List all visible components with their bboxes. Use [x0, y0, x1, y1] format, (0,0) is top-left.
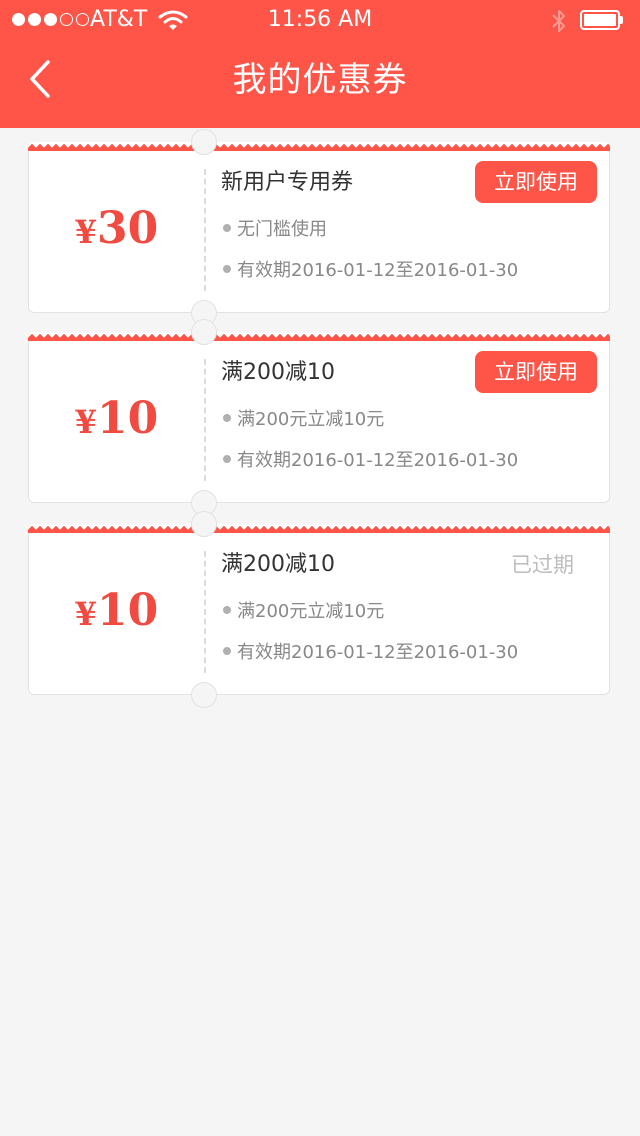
coupon-divider	[204, 551, 206, 673]
coupon-zigzag-border	[28, 142, 610, 151]
coupon-validity: 有效期2016-01-12至2016-01-30	[223, 449, 518, 473]
validity-text: 有效期2016-01-12至2016-01-30	[237, 260, 519, 281]
coupon-card-expired: ¥10 满200减10 已过期 满200元立减10元 有效期2016-01-12…	[28, 511, 610, 708]
currency-symbol: ¥	[74, 213, 98, 251]
validity-text: 有效期2016-01-12至2016-01-30	[237, 642, 519, 663]
coupon-notch	[191, 319, 217, 345]
coupon-amount: ¥10	[29, 585, 204, 636]
coupon-validity: 有效期2016-01-12至2016-01-30	[223, 259, 518, 283]
condition-text: 无门槛使用	[237, 219, 327, 240]
coupon-name: 新用户专用券	[221, 170, 354, 195]
coupon-card: ¥10 满200减10 立即使用 满200元立减10元 有效期2016-01-1…	[28, 319, 610, 516]
coupon-zigzag-border	[28, 332, 610, 341]
coupon-amount: ¥30	[29, 203, 204, 254]
coupon-divider	[204, 169, 206, 291]
coupon-divider	[204, 359, 206, 481]
expired-badge: 已过期	[511, 553, 574, 577]
use-now-button[interactable]: 立即使用	[475, 351, 597, 393]
coupon-card: ¥30 新用户专用券 立即使用 无门槛使用 有效期2016-01-12至2016…	[28, 129, 610, 326]
status-time: 11:56 AM	[267, 7, 373, 32]
coupon-zigzag-border	[28, 524, 610, 533]
coupon-condition: 满200元立减10元	[223, 408, 384, 432]
coupon-notch	[191, 511, 217, 537]
use-now-button[interactable]: 立即使用	[475, 161, 597, 203]
header: AT&T 11:56 AM 我的优惠券	[0, 0, 640, 128]
condition-text: 满200元立减10元	[237, 409, 385, 430]
bluetooth-icon	[552, 10, 565, 32]
condition-text: 满200元立减10元	[237, 601, 385, 622]
status-bar: AT&T 11:56 AM	[0, 0, 640, 40]
currency-symbol: ¥	[74, 403, 98, 441]
coupon-notch	[191, 682, 217, 708]
coupon-name: 满200减10	[221, 360, 335, 385]
page-title: 我的优惠券	[232, 60, 408, 100]
validity-text: 有效期2016-01-12至2016-01-30	[237, 450, 519, 471]
coupon-name: 满200减10	[221, 552, 335, 577]
coupon-amount: ¥10	[29, 393, 204, 444]
amount-value: 10	[97, 585, 159, 636]
coupon-condition: 满200元立减10元	[223, 600, 384, 624]
coupon-validity: 有效期2016-01-12至2016-01-30	[223, 641, 518, 665]
battery-icon	[580, 10, 624, 30]
amount-value: 30	[97, 203, 159, 254]
nav-bar: 我的优惠券	[0, 40, 640, 128]
currency-symbol: ¥	[74, 595, 98, 633]
amount-value: 10	[97, 393, 159, 444]
coupon-notch	[191, 129, 217, 155]
coupon-condition: 无门槛使用	[223, 218, 327, 242]
